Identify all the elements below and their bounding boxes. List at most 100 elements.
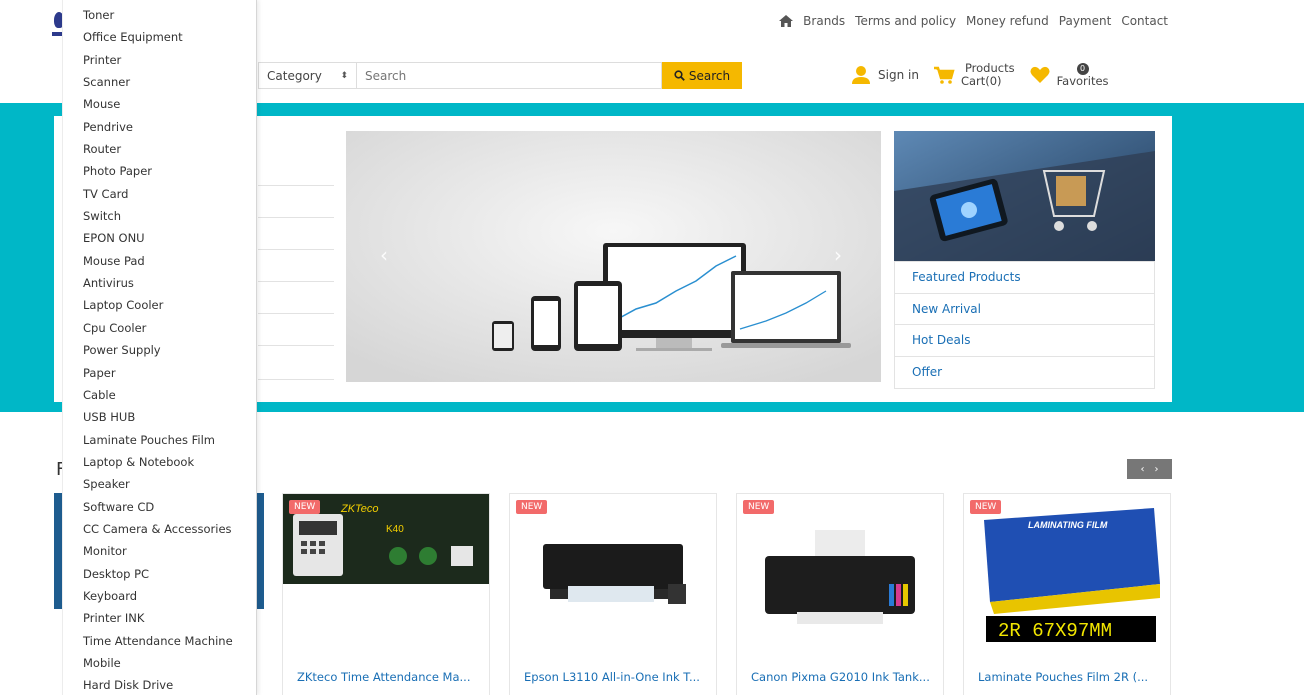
product-card[interactable]: LAMINATING FILM 2R 67X97MM NEW Laminate … [963, 493, 1171, 695]
zkteco-k40-image: K40 ZKTeco [283, 494, 489, 584]
menu-item-hard-disk[interactable]: Hard Disk Drive [63, 674, 256, 695]
menu-item-toner[interactable]: Toner [63, 4, 256, 26]
menu-item-laptop-notebook[interactable]: Laptop & Notebook [63, 451, 256, 473]
divider [258, 281, 334, 282]
new-badge: NEW [289, 500, 321, 514]
menu-item-mobile[interactable]: Mobile [63, 652, 256, 674]
product-name-link[interactable]: ZKteco Time Attendance Ma... [297, 670, 481, 684]
new-badge: NEW [970, 500, 1002, 514]
slider-next-icon[interactable]: › [834, 243, 842, 267]
slider-prev-icon[interactable]: ‹ [380, 243, 388, 267]
nav-link-contact[interactable]: Contact [1121, 14, 1168, 28]
sign-in-label: Sign in [878, 68, 919, 82]
sign-in-link[interactable]: Sign in [850, 65, 919, 85]
heart-icon [1030, 66, 1050, 83]
zkteco-model-label: K40 [386, 524, 404, 535]
favorites-count-badge: 0 [1076, 62, 1089, 75]
devices-banner-image [346, 131, 881, 382]
product-card[interactable]: K40 ZKTeco NEW ZKteco Time Attendance Ma… [282, 493, 490, 695]
account-area: Sign in Products Cart(0) 0 Favorites [850, 62, 1109, 88]
search-bar: Category ⬍ Search [258, 62, 742, 89]
laminate-size-label: 2R 67X97MM [998, 620, 1112, 642]
menu-item-antivirus[interactable]: Antivirus [63, 272, 256, 294]
divider [258, 185, 334, 186]
home-icon[interactable] [779, 15, 794, 27]
hot-deals-link[interactable]: Hot Deals [895, 325, 1154, 357]
menu-item-power-supply[interactable]: Power Supply [63, 339, 256, 361]
menu-item-software-cd[interactable]: Software CD [63, 496, 256, 518]
new-badge: NEW [516, 500, 548, 514]
divider [258, 217, 334, 218]
canon-printer-image [737, 494, 943, 644]
menu-item-scanner[interactable]: Scanner [63, 71, 256, 93]
category-select-label: Category [267, 68, 322, 83]
divider [258, 379, 334, 380]
zkteco-brand-label: ZKTeco [340, 503, 379, 515]
menu-item-cpu-cooler[interactable]: Cpu Cooler [63, 317, 256, 339]
menu-item-cc-camera[interactable]: CC Camera & Accessories [63, 518, 256, 540]
epson-printer-image [510, 494, 716, 644]
menu-item-time-attendance[interactable]: Time Attendance Machine [63, 630, 256, 652]
menu-item-pendrive[interactable]: Pendrive [63, 116, 256, 138]
new-arrival-link[interactable]: New Arrival [895, 294, 1154, 325]
menu-item-paper[interactable]: Paper [63, 362, 256, 384]
laminate-box-label: LAMINATING FILM [1028, 520, 1108, 530]
category-select[interactable]: Category ⬍ [258, 62, 356, 89]
search-input[interactable] [356, 62, 662, 89]
menu-item-switch[interactable]: Switch [63, 205, 256, 227]
cart-link[interactable]: Products Cart(0) [933, 62, 1015, 88]
menu-item-speaker[interactable]: Speaker [63, 473, 256, 495]
favorites-link[interactable]: 0 Favorites [1029, 62, 1109, 88]
menu-item-photo-paper[interactable]: Photo Paper [63, 160, 256, 182]
search-icon [674, 70, 685, 81]
chevron-updown-icon: ⬍ [340, 70, 348, 81]
product-name-link[interactable]: Epson L3110 All-in-One Ink T... [524, 670, 708, 684]
menu-item-usb-hub[interactable]: USB HUB [63, 406, 256, 428]
laminate-film-image: LAMINATING FILM 2R 67X97MM [964, 494, 1170, 644]
favorites-label: Favorites [1056, 73, 1109, 88]
product-name-link[interactable]: Canon Pixma G2010 Ink Tank... [751, 670, 935, 684]
cart-icon [933, 66, 955, 84]
nav-link-payment[interactable]: Payment [1059, 14, 1112, 28]
favorites-text: 0 Favorites [1056, 62, 1109, 88]
menu-item-epon-onu[interactable]: EPON ONU [63, 227, 256, 249]
menu-item-printer[interactable]: Printer [63, 49, 256, 71]
nav-link-brands[interactable]: Brands [803, 14, 845, 28]
product-card[interactable]: NEW Epson L3110 All-in-One Ink T... [509, 493, 717, 695]
product-pager[interactable]: ‹ › [1127, 459, 1172, 479]
menu-item-laptop-cooler[interactable]: Laptop Cooler [63, 294, 256, 316]
divider [258, 313, 334, 314]
pager-prev-icon[interactable]: ‹ [1141, 464, 1145, 475]
menu-item-router[interactable]: Router [63, 138, 256, 160]
offer-link[interactable]: Offer [895, 357, 1154, 389]
category-dropdown-menu: Toner Office Equipment Printer Scanner M… [62, 0, 257, 695]
menu-item-tv-card[interactable]: TV Card [63, 183, 256, 205]
menu-item-mouse[interactable]: Mouse [63, 93, 256, 115]
divider [258, 345, 334, 346]
search-button[interactable]: Search [662, 62, 742, 89]
search-button-label: Search [688, 68, 731, 83]
menu-item-laminate-pouches-film[interactable]: Laminate Pouches Film [63, 429, 256, 451]
featured-products-link[interactable]: Featured Products [895, 262, 1154, 294]
menu-item-desktop-pc[interactable]: Desktop PC [63, 563, 256, 585]
user-icon [852, 66, 870, 84]
nav-link-terms[interactable]: Terms and policy [855, 14, 956, 28]
product-card[interactable]: NEW Canon Pixma G2010 Ink Tank... [736, 493, 944, 695]
cart-text: Products Cart(0) [961, 62, 1015, 88]
menu-item-monitor[interactable]: Monitor [63, 540, 256, 562]
menu-item-cable[interactable]: Cable [63, 384, 256, 406]
hero-slider[interactable]: ‹ › [346, 131, 881, 382]
menu-item-mouse-pad[interactable]: Mouse Pad [63, 250, 256, 272]
quick-links: Featured Products New Arrival Hot Deals … [894, 261, 1155, 389]
product-image: LAMINATING FILM 2R 67X97MM [964, 494, 1170, 644]
product-image: K40 ZKTeco [283, 494, 489, 644]
nav-link-refund[interactable]: Money refund [966, 14, 1049, 28]
product-name-link[interactable]: Laminate Pouches Film 2R (... [978, 670, 1162, 684]
menu-item-printer-ink[interactable]: Printer INK [63, 607, 256, 629]
new-badge: NEW [743, 500, 775, 514]
pager-next-icon[interactable]: › [1155, 464, 1159, 475]
laptop-cart-banner-image[interactable] [894, 131, 1155, 261]
menu-item-keyboard[interactable]: Keyboard [63, 585, 256, 607]
menu-item-office-equipment[interactable]: Office Equipment [63, 26, 256, 48]
divider [258, 249, 334, 250]
